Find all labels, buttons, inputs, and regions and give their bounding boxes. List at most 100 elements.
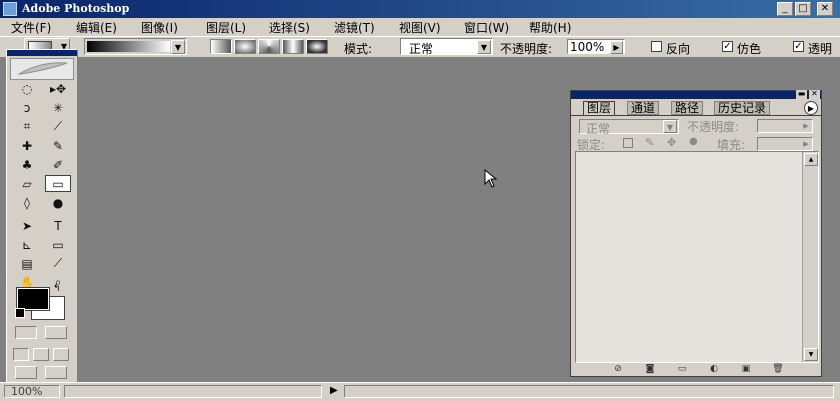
layer-mask-icon[interactable]: ◙: [643, 364, 657, 375]
chevron-down-icon[interactable]: ▼: [477, 40, 491, 54]
menu-layer[interactable]: 图层(L): [206, 19, 246, 36]
move-tool-icon[interactable]: ▸✥: [45, 80, 71, 97]
scroll-down-icon[interactable]: ▼: [804, 348, 818, 361]
gradient-preview: [87, 41, 170, 52]
opacity-input[interactable]: 100% ▶: [567, 39, 625, 54]
palette-menu-arrow-icon[interactable]: ▶: [804, 101, 818, 115]
menu-file[interactable]: 文件(F): [11, 19, 51, 36]
palette-close-icon[interactable]: ✕: [809, 90, 820, 99]
opacity-label: 不透明度:: [500, 42, 553, 56]
gradient-picker[interactable]: ▼: [84, 38, 187, 55]
new-layer-icon[interactable]: ▣: [739, 364, 753, 375]
menu-window[interactable]: 窗口(W): [464, 19, 509, 36]
layer-style-icon[interactable]: ⊘: [611, 364, 625, 375]
menu-bar: 文件(F) 编辑(E) 图像(I) 图层(L) 选择(S) 滤镜(T) 视图(V…: [0, 18, 840, 36]
clone-stamp-tool-icon[interactable]: ♣: [14, 156, 40, 173]
diamond-gradient-icon[interactable]: [306, 39, 328, 54]
eyedropper-tool-icon[interactable]: ⟋: [45, 255, 71, 272]
status-menu-arrow-icon[interactable]: ▶: [330, 385, 338, 396]
maximize-button[interactable]: □: [795, 2, 811, 16]
tab-channels[interactable]: 通道: [627, 101, 660, 115]
lock-all-icon[interactable]: ●: [689, 136, 698, 147]
quick-mask-button[interactable]: [45, 326, 67, 339]
layers-palette: ▬ ✕ 图层 通道 路径 历史记录 ▶ 正常 ▼ 不透明度: ▶ 锁定: ✎ ✥…: [570, 90, 822, 377]
eraser-tool-icon[interactable]: ▱: [14, 175, 40, 192]
play-arrow-icon[interactable]: ▶: [801, 139, 811, 149]
chevron-down-icon[interactable]: ▼: [663, 120, 677, 133]
standard-mode-button[interactable]: [15, 326, 37, 339]
lock-paint-icon[interactable]: ✎: [645, 136, 654, 149]
reverse-label: 反向: [666, 42, 691, 56]
palette-minimize-icon[interactable]: ▬: [796, 90, 807, 99]
pen-tool-icon[interactable]: ⊾: [14, 236, 40, 253]
healing-brush-tool-icon[interactable]: ✚: [14, 137, 40, 154]
close-button[interactable]: ✕: [817, 2, 833, 16]
opacity-value: 100%: [570, 40, 605, 54]
tab-divider: [571, 115, 821, 116]
scroll-up-icon[interactable]: ▲: [804, 153, 818, 166]
reflected-gradient-icon[interactable]: [282, 39, 304, 54]
adobe-feather-logo[interactable]: [10, 58, 74, 80]
marquee-tool-icon[interactable]: ◌: [14, 80, 40, 97]
palette-title-bar[interactable]: ▬ ✕: [571, 90, 821, 99]
full-screen-menu-mode-button[interactable]: [33, 348, 49, 361]
shape-tool-icon[interactable]: ▭: [45, 236, 71, 253]
brush-tool-icon[interactable]: ✎: [45, 137, 71, 154]
path-selection-tool-icon[interactable]: ➤: [14, 217, 40, 234]
history-brush-tool-icon[interactable]: ✐: [45, 156, 71, 173]
new-set-icon[interactable]: ▭: [675, 364, 689, 375]
chevron-down-icon[interactable]: ▼: [171, 40, 185, 54]
radial-gradient-icon[interactable]: [234, 39, 256, 54]
jump-to-imageready-button[interactable]: [15, 366, 37, 379]
layer-opacity-input[interactable]: ▶: [757, 119, 813, 133]
blur-tool-icon[interactable]: ◊: [14, 194, 40, 211]
layers-list[interactable]: ▲ ▼: [575, 151, 819, 363]
magic-wand-tool-icon[interactable]: ✳: [45, 99, 71, 116]
menu-filter[interactable]: 滤镜(T): [334, 19, 375, 36]
title-bar: Adobe Photoshop _ □ ✕: [0, 0, 840, 18]
blend-mode-select[interactable]: 正常 ▼: [579, 119, 679, 136]
dodge-tool-icon[interactable]: ●: [45, 194, 71, 211]
linear-gradient-icon[interactable]: [210, 39, 232, 54]
swap-colors-icon[interactable]: ↰: [53, 284, 61, 294]
dither-checkbox[interactable]: ✓: [722, 41, 733, 52]
tab-paths[interactable]: 路径: [671, 101, 704, 115]
blend-mode-value: 正常: [586, 122, 611, 136]
lock-transparency-icon[interactable]: [623, 138, 633, 148]
toolbox-title-bar[interactable]: [7, 50, 77, 56]
standard-screen-mode-button[interactable]: [13, 348, 29, 361]
window-title: Adobe Photoshop: [22, 2, 130, 15]
layers-scrollbar[interactable]: ▲ ▼: [802, 152, 818, 362]
zoom-field[interactable]: 100%: [4, 385, 60, 398]
lasso-tool-icon[interactable]: ↄ: [14, 99, 40, 116]
lock-move-icon[interactable]: ✥: [667, 136, 676, 149]
mode-select[interactable]: 正常 ▼: [400, 38, 493, 56]
notes-tool-icon[interactable]: ▤: [14, 255, 40, 272]
foreground-color-swatch[interactable]: [17, 288, 49, 310]
dither-label: 仿色: [737, 42, 762, 56]
commit-icon[interactable]: [45, 366, 67, 379]
menu-select[interactable]: 选择(S): [269, 19, 310, 36]
minimize-button[interactable]: _: [777, 2, 793, 16]
reverse-checkbox[interactable]: [651, 41, 662, 52]
gradient-tool-icon[interactable]: ▭: [45, 175, 71, 192]
fill-input[interactable]: ▶: [757, 137, 813, 151]
angle-gradient-icon[interactable]: [258, 39, 280, 54]
play-arrow-icon[interactable]: ▶: [610, 41, 623, 54]
transparency-checkbox[interactable]: ✓: [793, 41, 804, 52]
slice-tool-icon[interactable]: ⟋: [45, 118, 71, 135]
menu-image[interactable]: 图像(I): [141, 19, 178, 36]
play-arrow-icon[interactable]: ▶: [801, 121, 811, 131]
type-tool-icon[interactable]: T: [45, 217, 71, 234]
menu-help[interactable]: 帮助(H): [529, 19, 571, 36]
menu-view[interactable]: 视图(V): [399, 19, 441, 36]
full-screen-mode-button[interactable]: [53, 348, 69, 361]
menu-edit[interactable]: 编辑(E): [76, 19, 117, 36]
default-colors-icon[interactable]: [15, 308, 25, 318]
crop-tool-icon[interactable]: ⌗: [14, 118, 40, 135]
layer-opacity-label: 不透明度:: [687, 120, 740, 134]
trash-icon[interactable]: 🗑: [771, 364, 785, 375]
tab-layers[interactable]: 图层: [583, 101, 616, 115]
tab-history[interactable]: 历史记录: [714, 101, 771, 115]
adjustment-layer-icon[interactable]: ◐: [707, 364, 721, 375]
